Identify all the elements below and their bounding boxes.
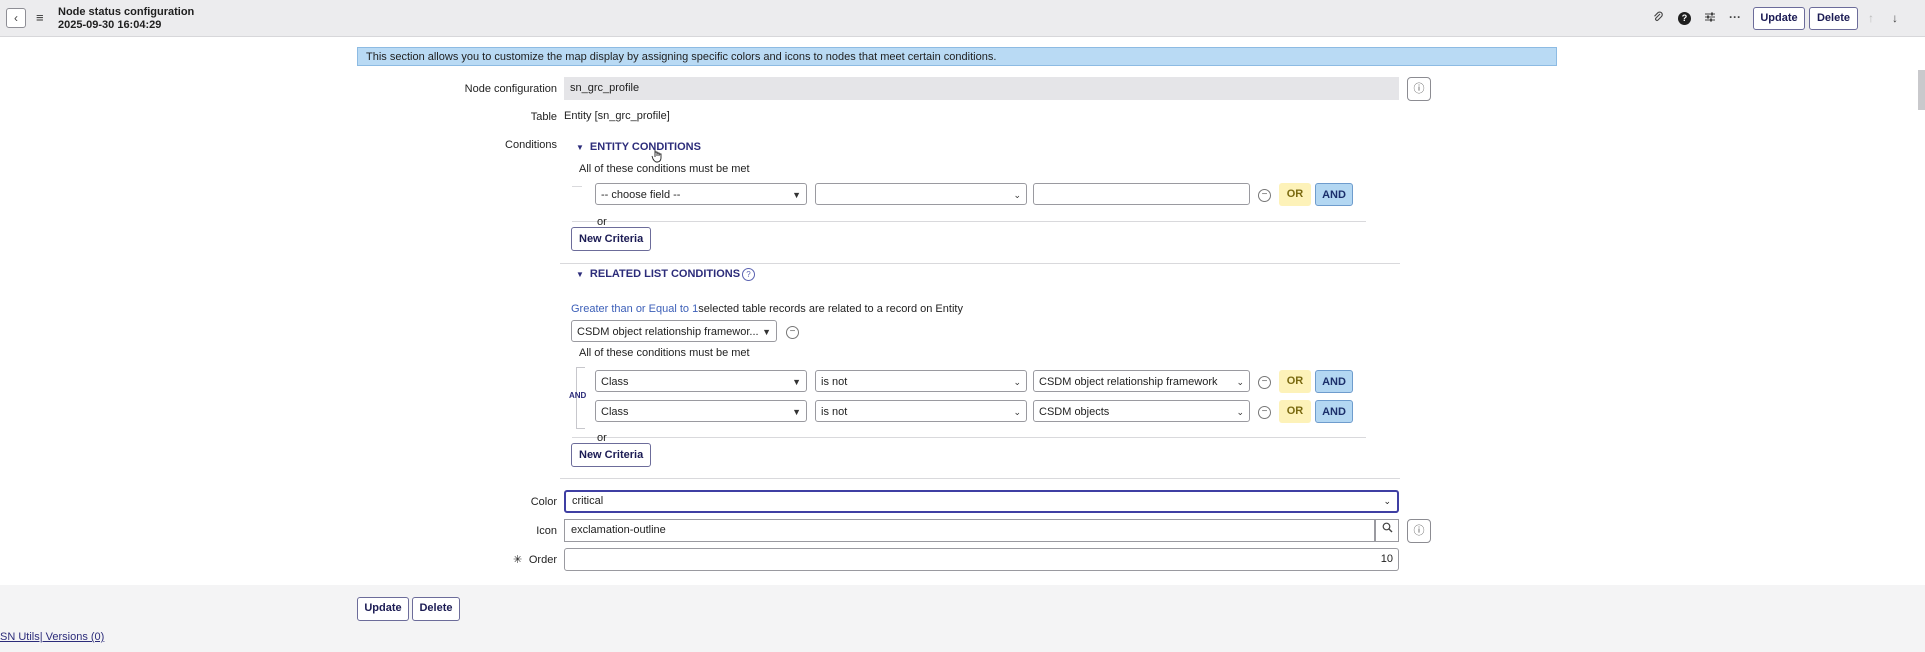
related-table-select[interactable]: CSDM object relationship framewor... ▼ xyxy=(571,320,777,342)
update-button[interactable]: Update xyxy=(357,597,409,621)
back-button[interactable]: ‹ xyxy=(6,8,26,28)
entity-field-select-value: -- choose field -- xyxy=(601,189,681,201)
icon-input[interactable]: exclamation-outline xyxy=(564,519,1375,542)
color-select-value: critical xyxy=(572,495,604,507)
more-options-icon[interactable]: ··· xyxy=(1729,10,1741,24)
dropdown-arrow-icon: ▼ xyxy=(792,407,801,417)
new-criteria-button[interactable]: New Criteria xyxy=(571,443,652,467)
scrollbar[interactable] xyxy=(1918,70,1925,110)
header-update-button[interactable]: Update xyxy=(1753,7,1805,30)
divider xyxy=(560,263,1400,264)
related-field-value: Class xyxy=(601,376,629,388)
and-button[interactable]: AND xyxy=(1315,400,1353,423)
remove-condition-icon[interactable]: − xyxy=(1258,189,1271,202)
help-icon[interactable]: ? xyxy=(1678,12,1691,25)
and-button[interactable]: AND xyxy=(1315,370,1353,393)
form-body: This section allows you to customize the… xyxy=(0,37,1925,585)
entity-value-input[interactable] xyxy=(1033,183,1250,205)
previous-record-icon[interactable]: ↑ xyxy=(1868,11,1874,25)
form-header: ‹ ≡ Node status configuration 2025-09-30… xyxy=(0,0,1925,37)
entity-field-select[interactable]: -- choose field -- ▼ xyxy=(595,183,807,205)
divider xyxy=(560,478,1400,479)
related-table-value: CSDM object relationship framewor... xyxy=(577,326,759,338)
remove-related-table-icon[interactable]: − xyxy=(786,326,799,339)
related-records-sentence: Greater than or Equal to 1selected table… xyxy=(571,303,963,315)
related-conditions-note: All of these conditions must be met xyxy=(579,347,750,359)
dropdown-arrow-icon: ▼ xyxy=(792,377,801,387)
divider xyxy=(572,437,1366,438)
icon-label: Icon xyxy=(536,525,557,537)
entity-conditions-note: All of these conditions must be met xyxy=(579,163,750,175)
color-select[interactable]: critical ⌄ xyxy=(564,490,1399,513)
related-operator-value: is not xyxy=(821,376,848,388)
conditions-label: Conditions xyxy=(505,139,557,151)
and-group-label: AND xyxy=(569,391,587,400)
node-configuration-field: sn_grc_profile xyxy=(564,77,1399,100)
hamburger-icon[interactable]: ≡ xyxy=(36,10,44,25)
dropdown-arrow-icon: ⌄ xyxy=(1013,407,1021,417)
caret-down-icon: ▼ xyxy=(576,270,584,279)
related-value-text: CSDM object relationship framework xyxy=(1039,376,1218,388)
footer-links[interactable]: SN Utils| Versions (0) xyxy=(0,631,104,643)
table-value: Entity [sn_grc_profile] xyxy=(564,110,670,122)
related-field-select[interactable]: Class ▼ xyxy=(595,400,807,422)
header-delete-button[interactable]: Delete xyxy=(1809,7,1858,30)
order-label: Order xyxy=(528,554,557,566)
color-label: Color xyxy=(530,496,557,508)
related-field-value: Class xyxy=(601,406,629,418)
related-operator-value: is not xyxy=(821,406,848,418)
dropdown-arrow-icon: ⌄ xyxy=(1013,377,1021,387)
quantifier-link[interactable]: Greater than or Equal to 1 xyxy=(571,303,698,315)
or-button[interactable]: OR xyxy=(1279,183,1311,206)
entity-conditions-title: ENTITY CONDITIONS xyxy=(589,141,701,153)
related-field-select[interactable]: Class ▼ xyxy=(595,370,807,392)
or-button[interactable]: OR xyxy=(1279,400,1311,423)
node-configuration-label: Node configuration xyxy=(464,83,557,95)
entity-conditions-toggle[interactable]: ▼ ENTITY CONDITIONS xyxy=(576,141,701,153)
related-operator-select[interactable]: is not ⌄ xyxy=(815,370,1027,392)
related-value-select[interactable]: CSDM objects ⌄ xyxy=(1033,400,1250,422)
record-title: Node status configuration xyxy=(58,6,195,18)
divider xyxy=(572,186,582,187)
info-icon[interactable]: ⓘ xyxy=(1407,519,1431,543)
dropdown-arrow-icon: ⌄ xyxy=(1236,377,1244,387)
related-operator-select[interactable]: is not ⌄ xyxy=(815,400,1027,422)
related-value-text: CSDM objects xyxy=(1039,406,1110,418)
table-label: Table xyxy=(530,111,557,123)
dropdown-arrow-icon: ⌄ xyxy=(1383,496,1391,506)
sliders-icon[interactable] xyxy=(1704,11,1716,26)
help-circle-icon[interactable]: ? xyxy=(742,268,755,281)
dropdown-arrow-icon: ⌄ xyxy=(1013,190,1021,200)
dropdown-arrow-icon: ▼ xyxy=(792,190,801,200)
next-record-icon[interactable]: ↓ xyxy=(1892,11,1898,25)
order-input[interactable]: 10 xyxy=(564,548,1399,571)
divider xyxy=(572,221,1366,222)
info-icon[interactable]: ⓘ xyxy=(1407,77,1431,101)
info-banner: This section allows you to customize the… xyxy=(357,47,1557,66)
or-button[interactable]: OR xyxy=(1279,370,1311,393)
delete-button[interactable]: Delete xyxy=(412,597,460,621)
remove-condition-icon[interactable]: − xyxy=(1258,376,1271,389)
dropdown-arrow-icon: ▼ xyxy=(762,327,771,337)
related-list-conditions-title: RELATED LIST CONDITIONS xyxy=(589,268,741,280)
new-criteria-button[interactable]: New Criteria xyxy=(571,227,652,251)
entity-operator-select[interactable]: ⌄ xyxy=(815,183,1027,205)
dropdown-arrow-icon: ⌄ xyxy=(1236,407,1244,417)
record-timestamp: 2025-09-30 16:04:29 xyxy=(58,19,162,31)
chevron-left-icon: ‹ xyxy=(14,11,18,25)
search-icon[interactable] xyxy=(1375,519,1399,542)
related-sentence-text: selected table records are related to a … xyxy=(698,303,963,315)
related-list-conditions-toggle[interactable]: ▼ RELATED LIST CONDITIONS xyxy=(576,268,740,280)
remove-condition-icon[interactable]: − xyxy=(1258,406,1271,419)
mouse-cursor-icon xyxy=(651,149,663,166)
paperclip-icon[interactable] xyxy=(1652,11,1664,26)
related-value-select[interactable]: CSDM object relationship framework ⌄ xyxy=(1033,370,1250,392)
and-button[interactable]: AND xyxy=(1315,183,1353,206)
caret-down-icon: ▼ xyxy=(576,143,584,152)
